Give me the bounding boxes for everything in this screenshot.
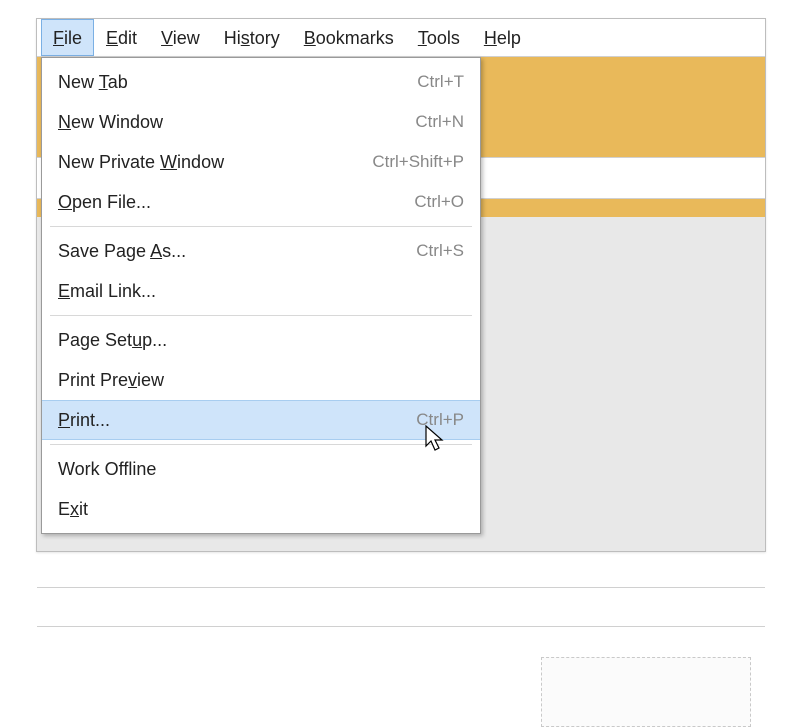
menubar: File Edit View History Bookmarks Tools H… [37,19,765,57]
menu-item-new-window[interactable]: New Window Ctrl+N [42,102,480,142]
menubar-view[interactable]: View [149,19,212,56]
content-strip [37,587,765,627]
menubar-tools[interactable]: Tools [406,19,472,56]
shortcut-text: Ctrl+T [397,72,464,92]
menu-item-new-private-window[interactable]: New Private Window Ctrl+Shift+P [42,142,480,182]
application-window: File Edit View History Bookmarks Tools H… [36,18,766,552]
menu-item-open-file[interactable]: Open File... Ctrl+O [42,182,480,222]
menu-item-print-preview[interactable]: Print Preview [42,360,480,400]
dashed-panel [541,657,751,727]
file-menu-dropdown: New Tab Ctrl+T New Window Ctrl+N New Pri… [41,57,481,534]
menubar-help[interactable]: Help [472,19,533,56]
menu-separator [50,444,472,445]
shortcut-text: Ctrl+N [395,112,464,132]
menubar-bookmarks[interactable]: Bookmarks [292,19,406,56]
menu-item-email-link[interactable]: Email Link... [42,271,480,311]
menu-separator [50,226,472,227]
menu-separator [50,315,472,316]
shortcut-text: Ctrl+O [394,192,464,212]
shortcut-text: Ctrl+Shift+P [352,152,464,172]
menu-item-new-tab[interactable]: New Tab Ctrl+T [42,62,480,102]
menu-item-work-offline[interactable]: Work Offline [42,449,480,489]
menubar-edit[interactable]: Edit [94,19,149,56]
menu-item-page-setup[interactable]: Page Setup... [42,320,480,360]
menu-item-print[interactable]: Print... Ctrl+P [42,400,480,440]
menu-item-save-page-as[interactable]: Save Page As... Ctrl+S [42,231,480,271]
menubar-file[interactable]: File [41,19,94,56]
shortcut-text: Ctrl+S [396,241,464,261]
menubar-history[interactable]: History [212,19,292,56]
menu-item-exit[interactable]: Exit [42,489,480,529]
shortcut-text: Ctrl+P [396,410,464,430]
